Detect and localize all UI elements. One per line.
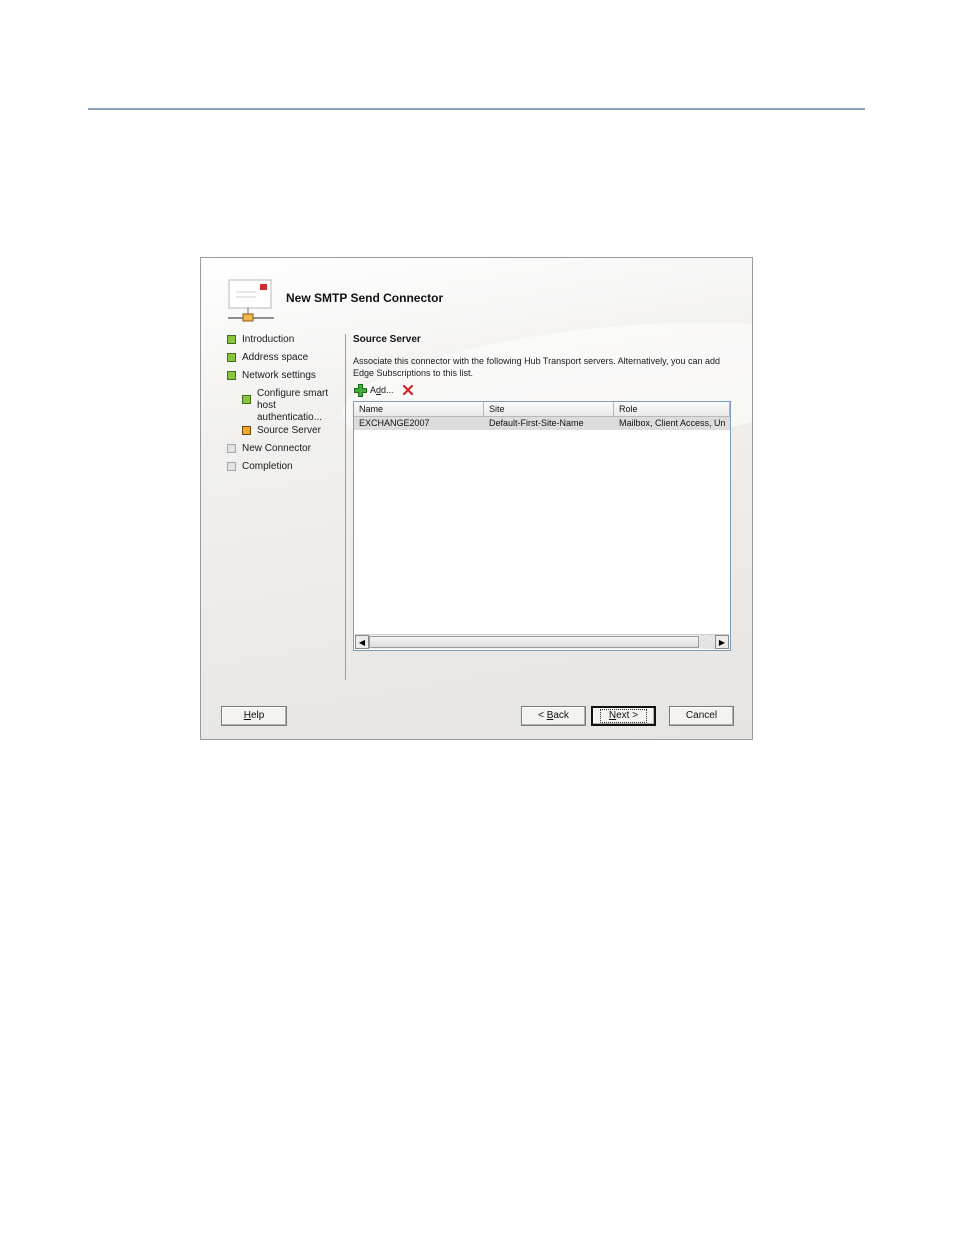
step-address-space: Address space bbox=[227, 352, 308, 363]
send-connector-icon bbox=[228, 279, 274, 322]
step-completed-icon bbox=[227, 353, 236, 362]
red-x-icon[interactable] bbox=[402, 384, 414, 396]
server-list-header: Name Site Role bbox=[354, 402, 730, 417]
step-completion: Completion bbox=[227, 461, 293, 472]
navigation-divider bbox=[345, 334, 346, 680]
column-header-role[interactable]: Role bbox=[614, 402, 730, 416]
cell-site: Default-First-Site-Name bbox=[489, 418, 584, 428]
plus-icon bbox=[354, 383, 367, 397]
add-button-label: Add... bbox=[370, 385, 394, 395]
wizard-title: New SMTP Send Connector bbox=[286, 291, 444, 305]
table-row[interactable]: EXCHANGE2007 Default-First-Site-Name Mai… bbox=[354, 417, 730, 430]
scroll-right-icon[interactable]: ▶ bbox=[715, 635, 729, 649]
step-label: Configure smart host authenticatio... bbox=[257, 388, 329, 423]
cell-role: Mailbox, Client Access, Un bbox=[619, 418, 726, 428]
column-header-site[interactable]: Site bbox=[484, 402, 614, 416]
wizard-dialog: New SMTP Send Connector Introduction Add… bbox=[200, 257, 753, 740]
column-header-name[interactable]: Name bbox=[354, 402, 484, 416]
step-label: Address space bbox=[242, 352, 309, 363]
next-button[interactable]: Next > bbox=[591, 706, 656, 726]
step-completed-icon bbox=[242, 395, 251, 404]
scrollbar-thumb[interactable] bbox=[369, 636, 699, 648]
step-pending-icon bbox=[227, 444, 236, 453]
add-button[interactable]: Add... bbox=[354, 383, 394, 397]
step-introduction: Introduction bbox=[227, 334, 294, 345]
toolbar: Add... bbox=[354, 383, 414, 397]
step-label: Completion bbox=[242, 461, 293, 472]
step-label: New Connector bbox=[242, 443, 311, 454]
step-network-settings: Network settings bbox=[227, 370, 316, 381]
step-pending-icon bbox=[227, 462, 236, 471]
page-title: Source Server bbox=[353, 334, 421, 345]
horizontal-scrollbar[interactable]: ◀ ▶ bbox=[355, 634, 729, 649]
focus-rectangle: Next > bbox=[599, 709, 648, 723]
step-label: Network settings bbox=[242, 370, 316, 381]
scrollbar-track[interactable] bbox=[699, 635, 715, 649]
page-description: Associate this connector with the follow… bbox=[353, 356, 721, 378]
cell-name: EXCHANGE2007 bbox=[359, 418, 430, 428]
step-completed-icon bbox=[227, 335, 236, 344]
page-header-rule bbox=[88, 108, 865, 110]
step-configure-smart-host-auth: Configure smart host authenticatio... bbox=[242, 388, 341, 424]
step-completed-icon bbox=[227, 371, 236, 380]
step-label: Introduction bbox=[242, 334, 295, 345]
step-label: Source Server bbox=[257, 425, 321, 436]
step-current-icon bbox=[242, 426, 251, 435]
help-button[interactable]: Help bbox=[221, 706, 287, 726]
server-list[interactable]: Name Site Role EXCHANGE2007 Default-Firs… bbox=[353, 401, 731, 651]
cancel-button[interactable]: Cancel bbox=[669, 706, 734, 726]
step-source-server: Source Server bbox=[242, 425, 321, 436]
back-button[interactable]: < Back bbox=[521, 706, 586, 726]
scroll-left-icon[interactable]: ◀ bbox=[355, 635, 369, 649]
step-new-connector: New Connector bbox=[227, 443, 311, 454]
